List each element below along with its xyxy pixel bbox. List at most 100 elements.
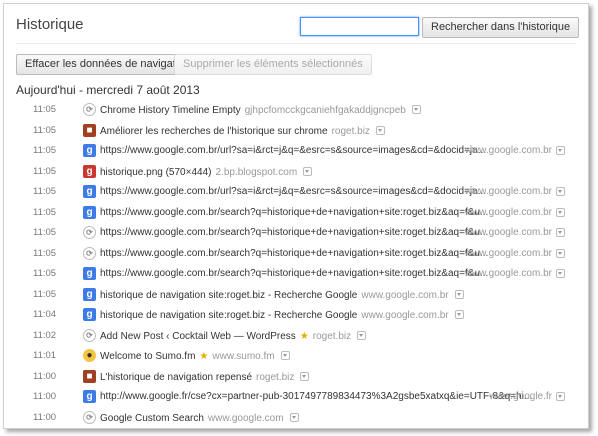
- entry-domain[interactable]: roget.biz: [332, 126, 370, 137]
- entry-menu-dropdown-icon[interactable]: [375, 125, 385, 135]
- history-entry[interactable]: Améliorer les recherches de l'historique…: [100, 125, 385, 137]
- history-row[interactable]: 11:00 ■ L'historique de navigation repensé…: [4, 368, 588, 388]
- history-entry[interactable]: Welcome to Sumo.fm ★ www.sumo.fm: [100, 350, 290, 362]
- entry-domain[interactable]: roget.biz: [256, 372, 294, 383]
- history-row[interactable]: 11:05 ⟳ https://www.google.com.br/search?q…: [4, 245, 588, 265]
- entry-title[interactable]: https://www.google.com.br/url?sa=i&rct=j…: [100, 145, 486, 156]
- entry-menu-dropdown-icon[interactable]: [556, 187, 565, 196]
- history-entry[interactable]: http://www.google.fr/cse?cx=partner-pub-…: [100, 391, 532, 402]
- entry-title[interactable]: Améliorer les recherches de l'historique…: [100, 126, 328, 137]
- entry-domain[interactable]: www.google.com.br: [465, 186, 552, 197]
- history-row[interactable]: 11:05 g https://www.google.com.br/url?sa=i…: [4, 142, 588, 162]
- entry-title[interactable]: https://www.google.com.br/search?q=histo…: [100, 248, 488, 259]
- history-entry[interactable]: https://www.google.com.br/search?q=histo…: [100, 268, 488, 279]
- entry-title[interactable]: https://www.google.com.br/url?sa=i&rct=j…: [100, 186, 486, 197]
- visit-time: 11:05: [33, 247, 57, 259]
- history-row[interactable]: 11:01 ● Welcome to Sumo.fm ★ www.sumo.fm: [4, 347, 588, 367]
- search-input[interactable]: [300, 17, 419, 36]
- entry-menu-dropdown-icon[interactable]: [280, 351, 290, 360]
- sumo-icon: ●: [83, 349, 96, 362]
- entry-domain[interactable]: www.google.com.br: [465, 227, 552, 238]
- visit-time: 11:05: [33, 186, 57, 197]
- site-favicon-icon: ■: [83, 123, 96, 137]
- entry-title[interactable]: https://www.google.com.br/search?q=histo…: [100, 268, 488, 279]
- entry-domain[interactable]: www.google.com.br: [465, 248, 552, 259]
- entry-menu-dropdown-icon[interactable]: [357, 330, 367, 340]
- history-entry[interactable]: https://www.google.com.br/search?q=histo…: [100, 207, 488, 218]
- visit-time: 11:05: [33, 145, 57, 156]
- history-entry[interactable]: https://www.google.com.br/url?sa=i&rct=j…: [100, 186, 486, 197]
- google-icon: g: [83, 308, 96, 321]
- entry-title[interactable]: Google Custom Search: [100, 413, 204, 424]
- history-row[interactable]: 11:05 ■ Améliorer les recherches de l'hist…: [4, 122, 588, 142]
- entry-menu-dropdown-icon[interactable]: [454, 310, 464, 319]
- entry-domain[interactable]: www.google.com: [208, 413, 284, 424]
- entry-menu-dropdown-icon[interactable]: [556, 248, 565, 258]
- entry-domain[interactable]: www.google.com.br: [465, 268, 552, 279]
- entry-menu-dropdown-icon[interactable]: [556, 207, 565, 217]
- entry-menu-dropdown-icon[interactable]: [556, 146, 565, 155]
- entry-title[interactable]: Chrome History Timeline Empty: [100, 105, 241, 116]
- entry-menu-dropdown-icon[interactable]: [300, 371, 310, 381]
- history-row[interactable]: 11:00 g http://www.google.fr/cse?cx=partne…: [4, 388, 588, 408]
- remove-selected-button[interactable]: Supprimer les éléments sélectionnés: [174, 54, 372, 75]
- entry-title[interactable]: https://www.google.com.br/search?q=histo…: [100, 207, 488, 218]
- history-row[interactable]: 11:00 ⟳ Google Custom Search www.google.com: [4, 409, 588, 429]
- history-row[interactable]: 11:04 g historique de navigation site:roge…: [4, 306, 588, 326]
- entry-title[interactable]: historique de navigation site:roget.biz …: [100, 290, 357, 301]
- entry-menu-dropdown-icon[interactable]: [289, 412, 299, 422]
- entry-domain[interactable]: roget.biz: [313, 331, 351, 342]
- entry-domain[interactable]: www.google.com.br: [465, 207, 552, 218]
- entry-domain[interactable]: www.sumo.fm: [212, 351, 274, 362]
- chrome-extension-icon: ⟳: [83, 226, 96, 239]
- history-entry[interactable]: https://www.google.com.br/url?sa=i&rct=j…: [100, 145, 486, 156]
- history-entry[interactable]: Add New Post ‹ Cocktail Web — WordPress ★…: [100, 330, 367, 342]
- entry-menu-dropdown-icon[interactable]: [556, 269, 565, 278]
- entry-title[interactable]: http://www.google.fr/cse?cx=partner-pub-…: [100, 391, 532, 402]
- chrome-extension-icon: ⟳: [83, 328, 96, 342]
- star-icon[interactable]: ★: [199, 351, 208, 362]
- entry-title[interactable]: historique.png (570×444): [100, 167, 211, 178]
- visit-time: 11:04: [33, 309, 57, 320]
- entry-menu-dropdown-icon[interactable]: [411, 105, 421, 114]
- entry-title[interactable]: historique de navigation site:roget.biz …: [100, 310, 357, 321]
- entry-domain[interactable]: www.google.com.br: [361, 310, 448, 321]
- entry-menu-dropdown-icon[interactable]: [556, 392, 565, 401]
- search-button[interactable]: Rechercher dans l'historique: [422, 17, 580, 38]
- entry-title[interactable]: https://www.google.com.br/search?q=histo…: [100, 227, 488, 238]
- visit-time: 11:05: [33, 227, 57, 238]
- history-entry[interactable]: historique.png (570×444) 2.bp.blogspot.co…: [100, 166, 313, 178]
- entry-domain[interactable]: gjhpcfomcckgcaniehfgakaddjgncpeb: [245, 105, 406, 116]
- history-row[interactable]: 11:05 g historique.png (570×444) 2.bp.blogs…: [4, 163, 588, 183]
- star-icon[interactable]: ★: [300, 331, 309, 342]
- history-row[interactable]: 11:02 ⟳ Add New Post ‹ Cocktail Web — Word…: [4, 327, 588, 347]
- entry-title[interactable]: Add New Post ‹ Cocktail Web — WordPress: [100, 331, 296, 342]
- entry-menu-dropdown-icon[interactable]: [556, 228, 565, 237]
- entry-title[interactable]: L'historique de navigation repensé: [100, 372, 252, 383]
- entry-domain[interactable]: www.google.com.br: [465, 145, 552, 156]
- site-favicon-icon: ■: [83, 369, 96, 383]
- entry-menu-dropdown-icon[interactable]: [303, 166, 313, 176]
- history-entry[interactable]: historique de navigation site:roget.biz …: [100, 289, 464, 301]
- history-entry[interactable]: historique de navigation site:roget.biz …: [100, 309, 464, 321]
- history-entry[interactable]: Chrome History Timeline Empty gjhpcfomcck…: [100, 104, 421, 116]
- history-row[interactable]: 11:05 g https://www.google.com.br/search?q…: [4, 204, 588, 224]
- history-row[interactable]: 11:05 g https://www.google.com.br/url?sa=i…: [4, 183, 588, 203]
- entry-domain[interactable]: 2.bp.blogspot.com: [215, 167, 297, 178]
- page-title: Historique: [16, 16, 84, 33]
- visit-time: 11:00: [33, 391, 57, 402]
- entry-title[interactable]: Welcome to Sumo.fm: [100, 351, 195, 362]
- history-row[interactable]: 11:05 g historique de navigation site:roge…: [4, 286, 588, 306]
- history-row[interactable]: 11:05 g https://www.google.com.br/search?q…: [4, 265, 588, 285]
- history-entry[interactable]: Google Custom Search www.google.com: [100, 412, 299, 424]
- history-row[interactable]: 11:05 ⟳ https://www.google.com.br/search?q…: [4, 224, 588, 244]
- history-entry[interactable]: https://www.google.com.br/search?q=histo…: [100, 227, 488, 238]
- entry-domain[interactable]: www.google.fr: [489, 391, 552, 402]
- entry-domain[interactable]: www.google.com.br: [361, 290, 448, 301]
- history-row[interactable]: 11:05 ⟳ Chrome History Timeline Empty gjhpc…: [4, 101, 588, 121]
- entry-menu-dropdown-icon[interactable]: [454, 289, 464, 299]
- visit-time: 11:05: [33, 206, 57, 218]
- chrome-extension-icon: ⟳: [83, 103, 96, 116]
- history-entry[interactable]: https://www.google.com.br/search?q=histo…: [100, 248, 488, 259]
- history-entry[interactable]: L'historique de navigation repensé roget.…: [100, 371, 310, 383]
